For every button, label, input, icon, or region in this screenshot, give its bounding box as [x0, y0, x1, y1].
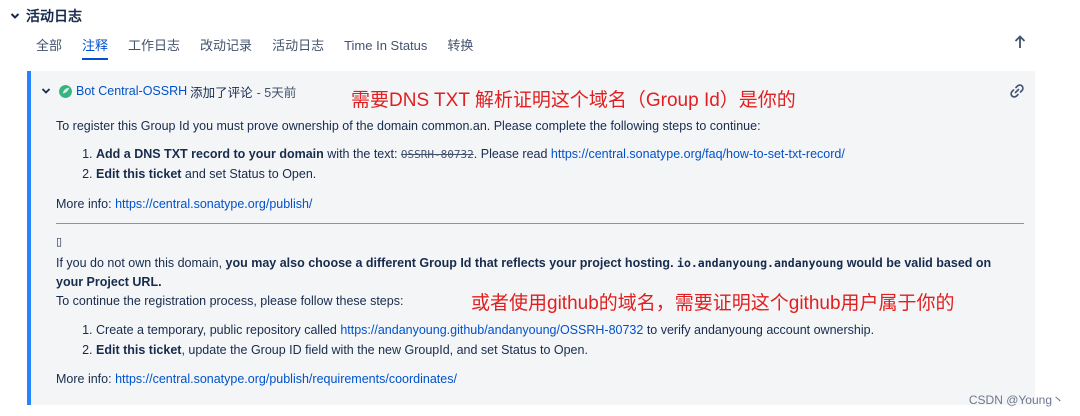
avatar[interactable] [59, 84, 72, 98]
comment-time[interactable]: - 5天前 [257, 82, 297, 101]
activity-tabs: 全部 注释 工作日志 改动记录 活动日志 Time In Status 转换 [36, 36, 493, 60]
comment-paragraph: To register this Group Id you must prove… [56, 119, 761, 133]
annotation-github: 或者使用github的域名，需要证明这个github用户属于你的 [471, 293, 955, 314]
tab-activity[interactable]: 活动日志 [272, 37, 324, 57]
tab-transitions[interactable]: 转换 [447, 37, 473, 57]
comment-body: To register this Group Id you must prove… [56, 117, 1024, 389]
comment-action: 添加了评论 [190, 85, 253, 100]
more-info: More info: https://central.sonatype.org/… [56, 372, 457, 386]
watermark: CSDN @Young丶 [968, 393, 1064, 407]
arrow-up-icon [1014, 35, 1026, 48]
tab-worklog[interactable]: 工作日志 [128, 37, 180, 57]
section-title: 活动日志 [26, 8, 82, 24]
list-item: Edit this ticket, update the Group ID fi… [96, 341, 1016, 361]
comment-author-link[interactable]: Bot Central-OSSRH [76, 84, 187, 98]
repo-link[interactable]: https://andanyoung.github/andanyoung/OSS… [340, 323, 643, 337]
list-item: Edit this ticket and set Status to Open. [96, 165, 1016, 185]
tab-history[interactable]: 改动记录 [200, 37, 252, 57]
comment-header: Bot Central-OSSRH 添加了评论 - 5天前 [39, 81, 296, 101]
list-item: Add a DNS TXT record to your domain with… [96, 145, 1016, 165]
permalink-icon[interactable] [1009, 83, 1025, 99]
more-info: More info: https://central.sonatype.org/… [56, 197, 313, 211]
sort-order-button[interactable] [1012, 33, 1028, 51]
list-item: Create a temporary, public repository ca… [96, 321, 1016, 341]
tab-time-in-status[interactable]: Time In Status [344, 37, 427, 57]
annotation-dns: 需要DNS TXT 解析证明这个域名（Group Id）是你的 [351, 90, 796, 111]
steps-list: Create a temporary, public repository ca… [56, 321, 1016, 360]
glyph: ▯ [56, 236, 63, 248]
publish-link[interactable]: https://central.sonatype.org/publish/ [115, 197, 312, 211]
coordinates-link[interactable]: https://central.sonatype.org/publish/req… [115, 372, 457, 386]
comment-card: Bot Central-OSSRH 添加了评论 - 5天前 需要DNS TXT … [27, 71, 1035, 405]
tab-comments[interactable]: 注释 [82, 37, 109, 60]
steps-list: Add a DNS TXT record to your domain with… [56, 145, 1016, 184]
chevron-down-icon[interactable] [8, 9, 22, 23]
comment-paragraph: If you do not own this domain, you may a… [56, 256, 992, 289]
divider [56, 223, 1024, 224]
chevron-down-icon[interactable] [39, 84, 53, 98]
txt-record-faq-link[interactable]: https://central.sonatype.org/faq/how-to-… [551, 147, 845, 161]
tab-all[interactable]: 全部 [36, 37, 62, 57]
activity-section-header[interactable]: 活动日志 [8, 6, 82, 26]
